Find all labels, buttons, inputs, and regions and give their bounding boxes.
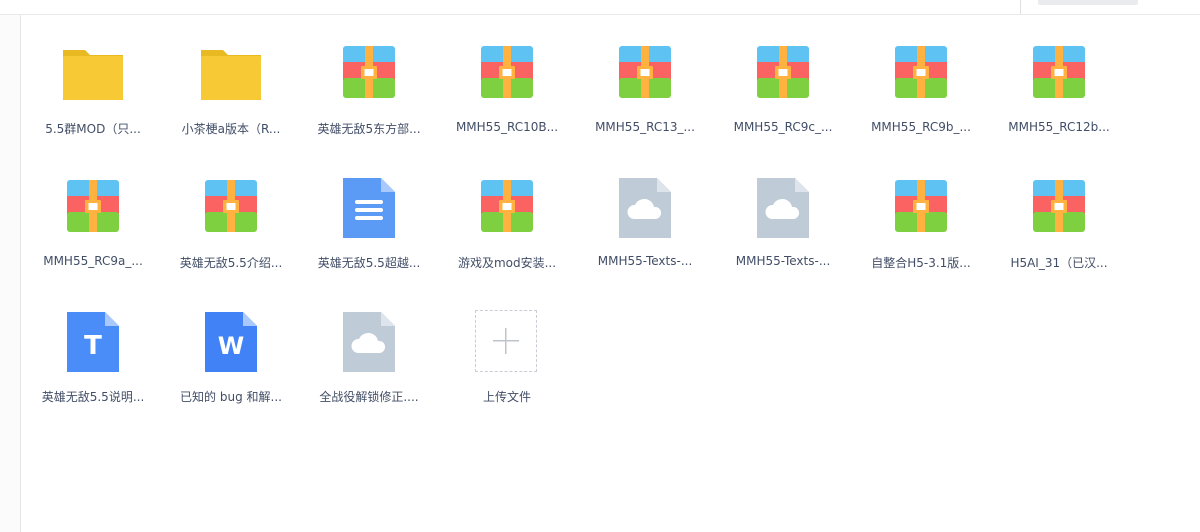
file-name: 英雄无敌5.5超越... bbox=[317, 256, 421, 270]
file-item[interactable]: 游戏及mod安装... bbox=[438, 162, 576, 296]
svg-text:T: T bbox=[84, 331, 102, 361]
file-grid: 5.5群MOD（只... 小茶梗a版本（R... 英雄无敌5东方部... MMH… bbox=[24, 28, 1128, 430]
file-name: 游戏及mod安装... bbox=[457, 256, 557, 270]
file-name: 小茶梗a版本（R... bbox=[181, 122, 281, 136]
upload-label: 上传文件 bbox=[482, 390, 531, 404]
archive-icon bbox=[613, 42, 677, 106]
archive-icon bbox=[889, 176, 953, 240]
archive-icon bbox=[475, 176, 539, 240]
archive-icon bbox=[199, 176, 263, 240]
file-name: 全战役解锁修正.... bbox=[319, 390, 419, 404]
file-item[interactable]: 自整合H5-3.1版... bbox=[852, 162, 990, 296]
file-item[interactable]: T 英雄无敌5.5说明... bbox=[24, 296, 162, 430]
archive-icon bbox=[1027, 176, 1091, 240]
archive-icon bbox=[889, 42, 953, 106]
file-item[interactable]: 英雄无敌5.5介绍... bbox=[162, 162, 300, 296]
file-item[interactable]: MMH55_RC10B... bbox=[438, 28, 576, 162]
file-item[interactable]: 英雄无敌5东方部... bbox=[300, 28, 438, 162]
archive-icon bbox=[475, 42, 539, 106]
upload-file-button[interactable]: 上传文件 bbox=[438, 296, 576, 430]
file-name: 英雄无敌5.5说明... bbox=[41, 390, 145, 404]
left-sidebar-edge bbox=[0, 0, 21, 532]
file-name: MMH55-Texts-... bbox=[735, 254, 831, 268]
text-file-icon: T bbox=[61, 310, 125, 374]
file-item[interactable]: MMH55-Texts-... bbox=[714, 162, 852, 296]
file-item[interactable]: MMH55_RC9b_... bbox=[852, 28, 990, 162]
cloud-file-icon bbox=[613, 176, 677, 240]
file-item[interactable]: H5AI_31（已汉... bbox=[990, 162, 1128, 296]
file-item[interactable]: MMH55_RC13_... bbox=[576, 28, 714, 162]
plus-icon bbox=[475, 310, 537, 372]
file-item[interactable]: MMH55_RC9c_... bbox=[714, 28, 852, 162]
toolbar-divider bbox=[1020, 0, 1021, 14]
file-name: MMH55_RC13_... bbox=[595, 120, 695, 134]
file-name: MMH55_RC10B... bbox=[455, 120, 559, 134]
archive-icon bbox=[337, 42, 401, 106]
file-item[interactable]: MMH55_RC12b... bbox=[990, 28, 1128, 162]
folder-icon bbox=[61, 42, 125, 106]
file-item[interactable]: W 已知的 bug 和解... bbox=[162, 296, 300, 430]
cloud-file-icon bbox=[337, 310, 401, 374]
file-name: 5.5群MOD（只... bbox=[45, 122, 141, 136]
file-name: H5AI_31（已汉... bbox=[1010, 256, 1108, 270]
file-name: MMH55_RC9b_... bbox=[871, 120, 971, 134]
file-item[interactable]: 小茶梗a版本（R... bbox=[162, 28, 300, 162]
file-item[interactable]: MMH55-Texts-... bbox=[576, 162, 714, 296]
file-name: MMH55_RC9c_... bbox=[733, 120, 833, 134]
file-name: 英雄无敌5东方部... bbox=[317, 122, 421, 136]
svg-text:W: W bbox=[218, 332, 244, 360]
file-name: MMH55-Texts-... bbox=[597, 254, 693, 268]
view-options[interactable] bbox=[1038, 0, 1138, 5]
cloud-file-icon bbox=[751, 176, 815, 240]
archive-icon bbox=[751, 42, 815, 106]
document-icon bbox=[337, 176, 401, 240]
file-item[interactable]: 英雄无敌5.5超越... bbox=[300, 162, 438, 296]
file-item[interactable]: 5.5群MOD（只... bbox=[24, 28, 162, 162]
word-file-icon: W bbox=[199, 310, 263, 374]
file-name: 自整合H5-3.1版... bbox=[871, 256, 971, 270]
file-name: MMH55_RC12b... bbox=[1008, 120, 1110, 134]
file-name: 已知的 bug 和解... bbox=[180, 390, 282, 404]
file-item[interactable]: 全战役解锁修正.... bbox=[300, 296, 438, 430]
archive-icon bbox=[1027, 42, 1091, 106]
folder-icon bbox=[199, 42, 263, 106]
toolbar bbox=[0, 0, 1200, 15]
file-name: 英雄无敌5.5介绍... bbox=[179, 256, 283, 270]
file-item[interactable]: MMH55_RC9a_... bbox=[24, 162, 162, 296]
archive-icon bbox=[61, 176, 125, 240]
file-name: MMH55_RC9a_... bbox=[43, 254, 143, 268]
